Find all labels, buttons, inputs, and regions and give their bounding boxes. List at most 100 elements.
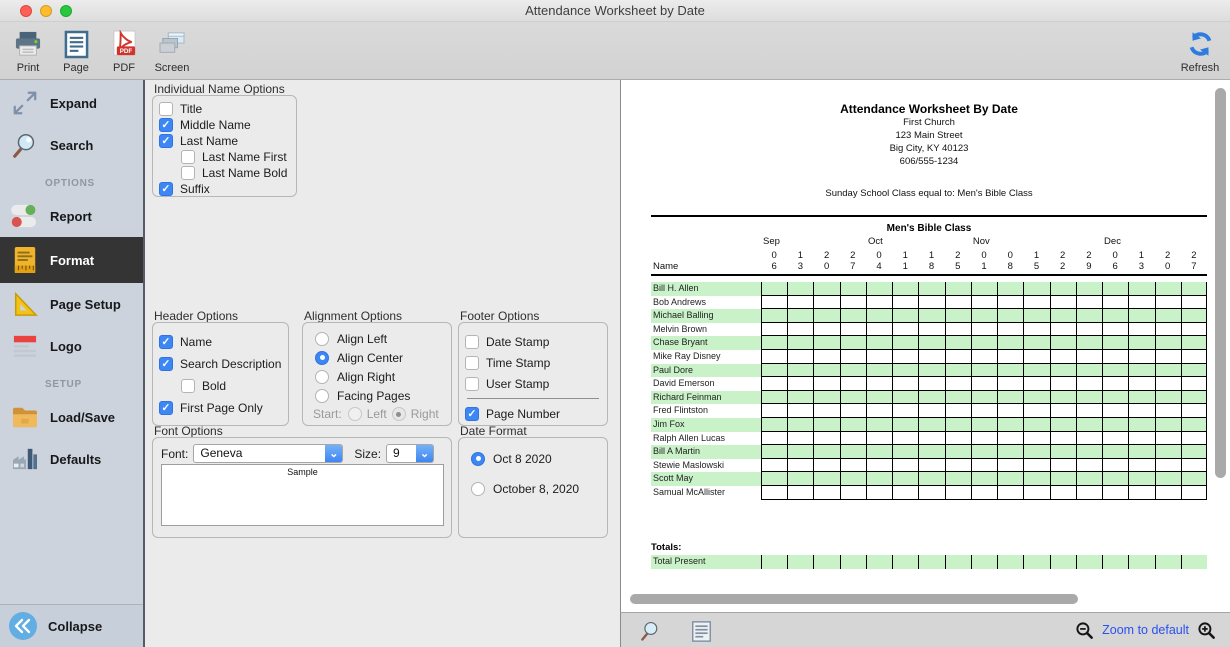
magnifier-button[interactable] [639, 620, 661, 642]
group-title-date-format: Date Format [460, 424, 527, 438]
attendance-cell [892, 296, 918, 310]
month-label: Sep [763, 236, 780, 247]
start-left-radio[interactable] [348, 407, 362, 421]
org-phone: 606/555-1234 [651, 155, 1207, 168]
sidebar-item-search[interactable]: Search [0, 124, 143, 166]
checkbox-middle-name[interactable] [159, 118, 173, 132]
attendance-cell [918, 445, 944, 459]
zoom-out-icon[interactable] [1075, 621, 1094, 640]
attendance-name: Bill A Martin [651, 445, 761, 459]
sidebar-item-logo[interactable]: Logo [0, 325, 143, 367]
checkbox-title[interactable] [159, 102, 173, 116]
attendance-cell [787, 486, 813, 500]
attendance-cell [1023, 391, 1049, 405]
checkbox-first-page-only[interactable] [159, 401, 173, 415]
attendance-cell [1076, 282, 1102, 296]
attendance-cell [1181, 309, 1207, 323]
attendance-cell [892, 309, 918, 323]
table-header: SepOctNovDec 061320270411182501081522290… [651, 234, 1207, 276]
attendance-name: Bob Andrews [651, 296, 761, 310]
attendance-cell [971, 391, 997, 405]
attendance-cell [1128, 323, 1154, 337]
radio-oct-8-2020[interactable] [471, 452, 485, 466]
sidebar-item-label: Load/Save [50, 410, 115, 425]
checkbox-page-number[interactable] [465, 407, 479, 421]
checkbox-last-name-bold[interactable] [181, 166, 195, 180]
alignment-options-list: Align LeftAlign CenterAlign RightFacing … [303, 323, 451, 405]
option-row: October 8, 2020 [471, 480, 607, 497]
attendance-row: Scott May [651, 472, 1207, 486]
checkbox-last-name-first[interactable] [181, 150, 195, 164]
defaults-icon [10, 447, 40, 471]
horizontal-scrollbar-thumb[interactable] [630, 594, 1078, 604]
radio-align-right[interactable] [315, 370, 329, 384]
checkbox-search-description[interactable] [159, 357, 173, 371]
radio-align-left[interactable] [315, 332, 329, 346]
sidebar-item-expand[interactable]: Expand [0, 82, 143, 124]
sidebar-item-defaults[interactable]: Defaults [0, 438, 143, 480]
checkbox-time-stamp[interactable] [465, 356, 479, 370]
sidebar-item-format[interactable]: Format [0, 237, 143, 283]
checkbox-name[interactable] [159, 335, 173, 349]
radio-october-8-2020[interactable] [471, 482, 485, 496]
expand-icon [10, 90, 40, 116]
option-row: Name [159, 331, 288, 353]
month-label: Nov [973, 236, 990, 247]
date-digits: 0613202704111825010815222906132027 [651, 251, 1207, 272]
toolbar-print-button[interactable]: Print [8, 27, 48, 74]
attendance-cell [840, 309, 866, 323]
totals-cell [1076, 555, 1102, 569]
minimize-button[interactable] [40, 5, 52, 17]
attendance-cell [1076, 418, 1102, 432]
attendance-cell [997, 391, 1023, 405]
checkbox-suffix[interactable] [159, 182, 173, 196]
radio-facing-pages[interactable] [315, 389, 329, 403]
sidebar-item-report[interactable]: Report [0, 195, 143, 237]
attendance-name: Jim Fox [651, 418, 761, 432]
zoom-in-icon[interactable] [1197, 621, 1216, 640]
size-select[interactable]: 9 ⌄ [386, 444, 434, 463]
toolbar-screen-button[interactable]: Screen [152, 27, 192, 74]
toolbar-pdf-button[interactable]: PDFPDF [104, 27, 144, 74]
totals-cell [1181, 555, 1207, 569]
attendance-cell [1181, 336, 1207, 350]
toolbar-button-label: Screen [155, 62, 190, 74]
attendance-cell [840, 336, 866, 350]
format-options-panel: Individual Name Options TitleMiddle Name… [147, 80, 620, 647]
option-row: Last Name Bold [181, 165, 296, 181]
totals-cell [945, 555, 971, 569]
toolbar-refresh-button[interactable]: Refresh [1180, 27, 1220, 74]
checkbox-label: Name [180, 335, 212, 349]
radio-align-center[interactable] [315, 351, 329, 365]
checkbox-last-name[interactable] [159, 134, 173, 148]
option-row: Middle Name [159, 117, 296, 133]
checkbox-date-stamp[interactable] [465, 335, 479, 349]
attendance-cell [1155, 309, 1181, 323]
start-right-radio[interactable] [392, 407, 406, 421]
attendance-cell [945, 418, 971, 432]
attendance-cell [892, 377, 918, 391]
attendance-cell [1050, 418, 1076, 432]
toolbar-page-button[interactable]: Page [56, 27, 96, 74]
font-select[interactable]: Geneva ⌄ [193, 444, 343, 463]
attendance-cell [1102, 445, 1128, 459]
checkbox-bold[interactable] [181, 379, 195, 393]
sidebar-item-page-setup[interactable]: Page Setup [0, 283, 143, 325]
attendance-cell [1102, 350, 1128, 364]
attendance-cell [1102, 296, 1128, 310]
sidebar-item-load-save[interactable]: Load/Save [0, 396, 143, 438]
attendance-cell [1155, 472, 1181, 486]
zoom-to-default-link[interactable]: Zoom to default [1102, 623, 1189, 637]
attendance-row: Bill H. Allen [651, 282, 1207, 296]
close-button[interactable] [20, 5, 32, 17]
checkbox-user-stamp[interactable] [465, 377, 479, 391]
report-view-button[interactable] [691, 620, 712, 643]
date-column-label: 06 [761, 251, 787, 272]
attendance-cell [761, 350, 787, 364]
attendance-cell [918, 404, 944, 418]
collapse-button[interactable]: Collapse [0, 604, 143, 647]
attendance-cell [945, 336, 971, 350]
report-title: Attendance Worksheet By Date [651, 102, 1207, 116]
zoom-window-button[interactable] [60, 5, 72, 17]
vertical-scrollbar-thumb[interactable] [1215, 88, 1226, 478]
